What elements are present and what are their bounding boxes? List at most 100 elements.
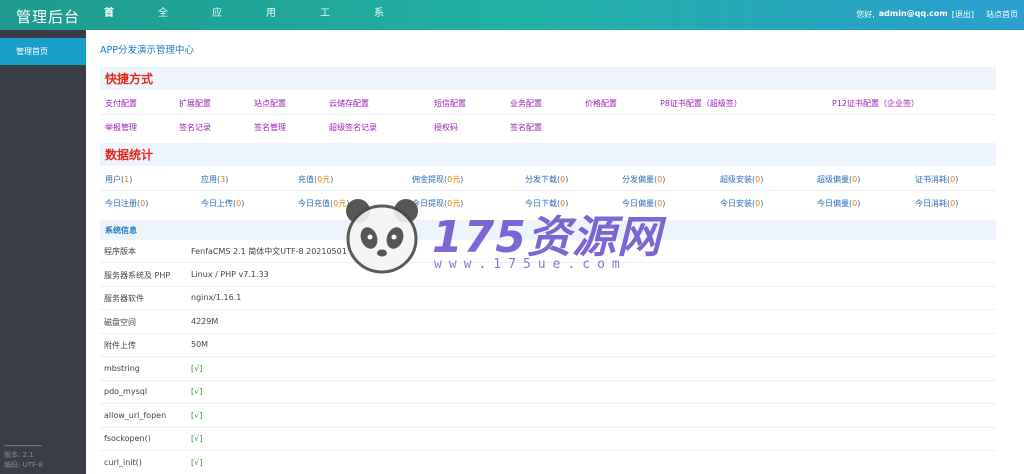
sysinfo-value: FenfaCMS 2.1 简体中文UTF-8 20210501 — [191, 247, 347, 256]
stat-label: 今日偏量 — [622, 199, 654, 208]
shortcut-link[interactable]: 云储存配置 — [329, 98, 369, 109]
stat-label: 今日消耗 — [915, 199, 947, 208]
stat-value: 0元 — [447, 175, 461, 184]
sysinfo-row: mbstring [√] — [100, 358, 996, 381]
sysinfo-label: fsockopen() — [104, 434, 151, 443]
sidebar-version: 版本: 2.1 — [4, 451, 34, 459]
stat-label: 证书消耗 — [915, 175, 947, 184]
username: admin@qq.com — [878, 9, 948, 18]
stat-link[interactable]: 佣金提现(0元) — [412, 174, 463, 185]
sidebar-separator: ------------------------ — [4, 442, 42, 450]
stat-link[interactable]: 今日下载(0) — [525, 198, 568, 209]
shortcuts-header: 快捷方式 — [100, 67, 996, 90]
stat-value: 0元 — [447, 199, 461, 208]
sysinfo-label: 服务器软件 — [104, 294, 144, 303]
stat-link[interactable]: 今日安装(0) — [720, 198, 763, 209]
sysinfo-value: [√] — [191, 457, 203, 467]
stat-label: 今日提现 — [412, 199, 444, 208]
shortcut-link[interactable]: 授权码 — [434, 122, 458, 133]
shortcuts-title: 快捷方式 — [105, 72, 154, 86]
sysinfo-value: 4229M — [191, 316, 219, 326]
stat-label: 应用 — [201, 175, 217, 184]
sysinfo-value: [√] — [191, 387, 203, 396]
sysinfo-row: 服务器系统及 PHP Linux / PHP v7.1.33 — [100, 264, 996, 287]
stat-label: 用户 — [105, 175, 121, 184]
stat-link[interactable]: 分发偏量(0) — [622, 174, 665, 185]
sysinfo-row: 程序版本 FenfaCMS 2.1 简体中文UTF-8 20210501 — [100, 240, 996, 263]
sysinfo-label: mbstring — [104, 363, 140, 373]
stat-value: 0元 — [333, 199, 347, 208]
stat-label: 今日偏量 — [817, 199, 849, 208]
stat-link[interactable]: 分发下载(0) — [525, 174, 568, 185]
stat-label: 今日下载 — [525, 199, 557, 208]
sysinfo-row: fsockopen() [√] — [100, 428, 996, 451]
sysinfo-label: curl_init() — [104, 457, 142, 467]
stat-link[interactable]: 今日注册(0) — [105, 198, 148, 209]
stat-link[interactable]: 今日提现(0元) — [412, 198, 463, 209]
shortcut-link[interactable]: 业务配置 — [510, 98, 542, 109]
shortcut-link[interactable]: 短信配置 — [434, 98, 466, 109]
sysinfo-label: 磁盘空间 — [104, 317, 136, 327]
stat-link[interactable]: 充值(0元) — [298, 174, 333, 185]
stat-label: 佣金提现 — [412, 175, 444, 184]
stat-link[interactable]: 证书消耗(0) — [915, 174, 958, 185]
stat-label: 超级偏量 — [817, 175, 849, 184]
sidebar-item-admin-home[interactable]: 管理首页 — [0, 38, 86, 65]
stat-link[interactable]: 超级偏量(0) — [817, 174, 860, 185]
shortcut-link[interactable]: 签名管理 — [254, 122, 286, 133]
stat-label: 充值 — [298, 175, 314, 184]
sysinfo-value: Linux / PHP v7.1.33 — [191, 269, 269, 279]
stat-label: 今日充值 — [298, 199, 330, 208]
user-area: 您好, admin@qq.com [退出] 站点首页 — [856, 9, 1018, 20]
brand-title: 管理后台 — [16, 8, 81, 26]
row-divider — [100, 190, 996, 191]
shortcut-link[interactable]: 签名记录 — [179, 122, 211, 133]
shortcut-link[interactable]: 签名配置 — [510, 122, 542, 133]
sysinfo-row: 磁盘空间 4229M — [100, 311, 996, 334]
sysinfo-value: 50M — [191, 340, 209, 349]
sysinfo-row: allow_url_fopen [√] — [100, 405, 996, 428]
sidebar-encoding: 编码: UTF-8 — [4, 461, 43, 469]
sysinfo-title: 系统信息 — [105, 226, 137, 235]
stat-link[interactable]: 今日上传(0) — [201, 198, 244, 209]
stat-label: 超级安装 — [720, 175, 752, 184]
shortcut-link[interactable]: P12证书配置（企业签） — [832, 98, 919, 109]
shortcut-link[interactable]: 扩展配置 — [179, 98, 211, 109]
sysinfo-value: [√] — [191, 363, 203, 373]
shortcut-link[interactable]: 价格配置 — [585, 98, 617, 109]
stat-label: 今日注册 — [105, 199, 137, 208]
stat-link[interactable]: 今日偏量(0) — [622, 198, 665, 209]
stat-value: 0元 — [317, 175, 331, 184]
stat-link[interactable]: 用户(1) — [105, 174, 132, 185]
stat-label: 今日安装 — [720, 199, 752, 208]
stat-link[interactable]: 应用(3) — [201, 174, 228, 185]
sysinfo-label: 程序版本 — [104, 247, 136, 256]
row-divider — [100, 114, 996, 115]
sysinfo-value: nginx/1.16.1 — [191, 293, 242, 302]
sidebar: 管理首页 ------------------------ 版本: 2.1 编码… — [0, 30, 86, 474]
sysinfo-label: pdo_mysql — [104, 387, 148, 396]
stat-label: 分发偏量 — [622, 175, 654, 184]
shortcut-link[interactable]: 站点配置 — [254, 98, 286, 109]
stat-label: 今日上传 — [201, 199, 233, 208]
greeting-text: 您好, — [856, 10, 875, 19]
sysinfo-label: 附件上传 — [104, 341, 136, 350]
sysinfo-row: 服务器软件 nginx/1.16.1 — [100, 287, 996, 310]
stats-title: 数据统计 — [105, 148, 154, 162]
shortcut-link[interactable]: 超级签名记录 — [329, 122, 377, 133]
sysinfo-label: 服务器系统及 PHP — [104, 270, 171, 280]
stat-link[interactable]: 今日偏量(0) — [817, 198, 860, 209]
shortcut-link[interactable]: P8证书配置（超级签） — [660, 98, 742, 109]
sysinfo-header: 系统信息 — [100, 220, 996, 240]
site-home-link[interactable]: 站点首页 — [986, 9, 1018, 20]
stat-link[interactable]: 超级安装(0) — [720, 174, 763, 185]
sysinfo-row: curl_init() [√] — [100, 452, 996, 474]
stat-link[interactable]: 今日消耗(0) — [915, 198, 958, 209]
page-title: APP分发演示管理中心 — [100, 45, 194, 56]
stat-link[interactable]: 今日充值(0元) — [298, 198, 349, 209]
shortcut-link[interactable]: 支付配置 — [105, 98, 137, 109]
shortcut-link[interactable]: 举报管理 — [105, 122, 137, 133]
sysinfo-label: allow_url_fopen — [104, 410, 167, 420]
top-bar: 管理后台 首页 全局 应用 用户 工具 系统 您好, admin@qq.com … — [0, 0, 1024, 47]
logout-link[interactable]: [退出] — [952, 9, 974, 20]
